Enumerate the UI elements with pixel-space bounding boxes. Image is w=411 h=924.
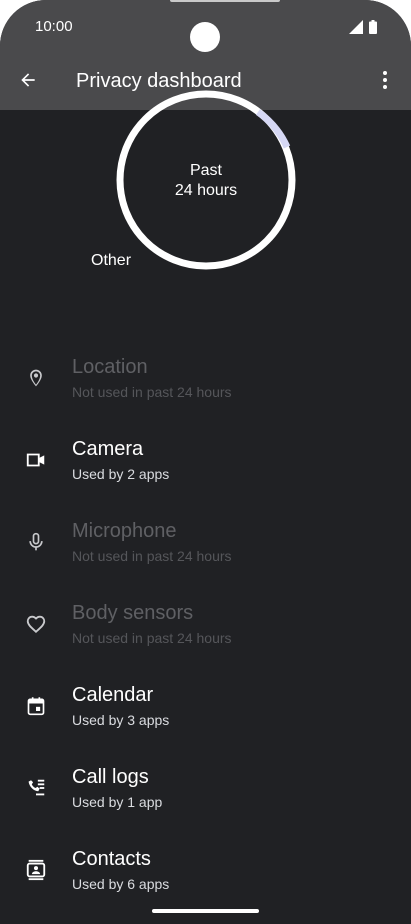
signal-icon — [349, 20, 363, 39]
permission-title: Body sensors — [72, 602, 194, 624]
permission-subtitle: Not used in past 24 hours — [72, 384, 232, 400]
permission-item-location[interactable]: Location Not used in past 24 hours — [0, 340, 411, 422]
permission-subtitle: Not used in past 24 hours — [72, 630, 232, 646]
permission-subtitle: Used by 2 apps — [72, 466, 170, 482]
gesture-nav-handle[interactable] — [152, 909, 259, 913]
status-bar: 10:00 — [0, 0, 411, 55]
contacts-icon — [24, 858, 48, 882]
permission-item-body-sensors[interactable]: Body sensors Not used in past 24 hours — [0, 586, 411, 668]
permission-item-call-logs[interactable]: Call logs Used by 1 app — [0, 750, 411, 832]
permission-item-calendar[interactable]: Calendar Used by 3 apps — [0, 668, 411, 750]
permission-title: Camera — [72, 438, 144, 460]
donut-center-line2: 24 hours — [174, 182, 238, 199]
status-time: 10:00 — [35, 18, 73, 35]
permission-title: Call logs — [72, 766, 149, 788]
status-icons — [349, 20, 377, 39]
permission-subtitle: Used by 1 app — [72, 794, 163, 810]
permission-title: Location — [72, 356, 148, 378]
permission-item-microphone[interactable]: Microphone Not used in past 24 hours — [0, 504, 411, 586]
arrow-back-icon — [18, 70, 38, 95]
calendar-icon — [24, 694, 48, 718]
permission-subtitle: Not used in past 24 hours — [72, 548, 232, 564]
permission-item-camera[interactable]: Camera Used by 2 apps — [0, 422, 411, 504]
permission-subtitle: Used by 6 apps — [72, 876, 170, 892]
battery-icon — [369, 20, 377, 39]
location-pin-icon — [24, 366, 48, 390]
permission-subtitle: Used by 3 apps — [72, 712, 170, 728]
more-options-button[interactable] — [373, 68, 397, 96]
camera-cutout — [190, 22, 220, 52]
donut-center-line1: Past — [189, 162, 222, 179]
phone-screen: 10:00 Privacy dashboard Past 24 hours Ot… — [0, 0, 411, 924]
permission-title: Microphone — [72, 520, 177, 542]
more-vert-icon — [382, 70, 388, 95]
back-button[interactable] — [14, 68, 42, 96]
top-edge-line — [170, 0, 280, 2]
call-log-icon — [24, 776, 48, 800]
donut-other-label: Other — [91, 252, 132, 269]
permission-title: Contacts — [72, 848, 151, 870]
videocam-icon — [24, 448, 48, 472]
permission-item-contacts[interactable]: Contacts Used by 6 apps — [0, 832, 411, 914]
donut-segment-highlight — [255, 109, 291, 149]
heart-icon — [24, 612, 48, 636]
permission-title: Calendar — [72, 684, 154, 706]
usage-donut-chart[interactable] — [116, 90, 296, 270]
mic-icon — [24, 530, 48, 554]
